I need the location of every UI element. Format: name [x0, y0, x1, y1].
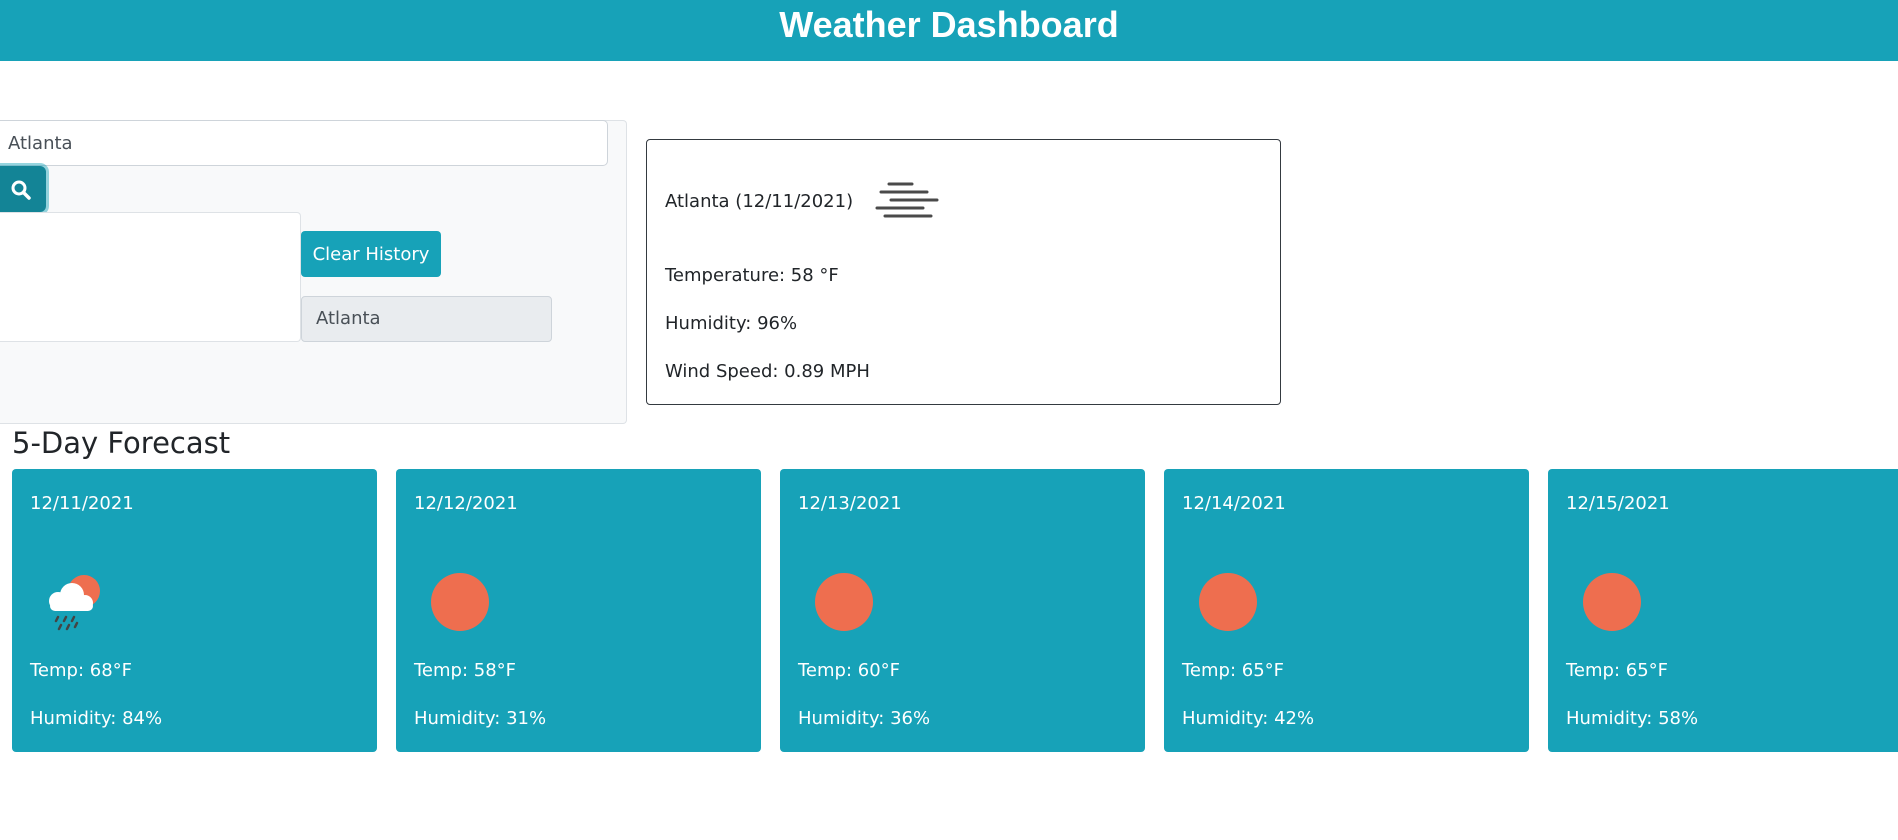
sun-icon [815, 573, 873, 631]
forecast-title: 5-Day Forecast [12, 426, 231, 460]
forecast-humidity: Humidity: 84% [30, 708, 163, 729]
forecast-temp: Temp: 65°F [1182, 660, 1285, 681]
forecast-humidity: Humidity: 58% [1566, 708, 1699, 729]
page-title: Weather Dashboard [779, 4, 1119, 45]
clear-history-button[interactable]: Clear History [301, 231, 441, 277]
current-temperature: Temperature: 58 °F [665, 265, 839, 286]
forecast-date: 12/14/2021 [1182, 493, 1286, 514]
forecast-card: 12/11/2021 Temp: 68°F Humidity: 84% [12, 469, 377, 752]
forecast-date: 12/11/2021 [30, 493, 134, 514]
history-list-box [0, 212, 301, 342]
forecast-card: 12/14/2021 Temp: 65°F Humidity: 42% [1164, 469, 1529, 752]
forecast-date: 12/15/2021 [1566, 493, 1670, 514]
forecast-humidity: Humidity: 42% [1182, 708, 1315, 729]
search-icon [11, 180, 31, 200]
current-wind-speed: Wind Speed: 0.89 MPH [665, 361, 870, 382]
current-humidity: Humidity: 96% [665, 313, 798, 334]
sun-icon [1583, 573, 1641, 631]
header-bar: Weather Dashboard [0, 0, 1898, 61]
forecast-card: 12/12/2021 Temp: 58°F Humidity: 31% [396, 469, 761, 752]
forecast-temp: Temp: 60°F [798, 660, 901, 681]
search-button[interactable] [0, 166, 46, 212]
forecast-card: 12/13/2021 Temp: 60°F Humidity: 36% [780, 469, 1145, 752]
sun-icon [431, 573, 489, 631]
forecast-temp: Temp: 65°F [1566, 660, 1669, 681]
city-search-input[interactable] [0, 120, 608, 166]
rain-sun-icon [49, 575, 100, 631]
forecast-temp: Temp: 58°F [414, 660, 517, 681]
forecast-date: 12/12/2021 [414, 493, 518, 514]
mist-icon [875, 182, 939, 218]
current-weather-card: Atlanta (12/11/2021) Temperature: 58 °F … [646, 139, 1281, 405]
forecast-humidity: Humidity: 31% [414, 708, 547, 729]
sun-icon [1199, 573, 1257, 631]
forecast-card: 12/15/2021 Temp: 65°F Humidity: 58% [1548, 469, 1898, 752]
history-item-atlanta[interactable]: Atlanta [301, 296, 552, 342]
forecast-temp: Temp: 68°F [30, 660, 133, 681]
current-city-date: Atlanta (12/11/2021) [665, 191, 854, 212]
forecast-date: 12/13/2021 [798, 493, 902, 514]
forecast-humidity: Humidity: 36% [798, 708, 931, 729]
